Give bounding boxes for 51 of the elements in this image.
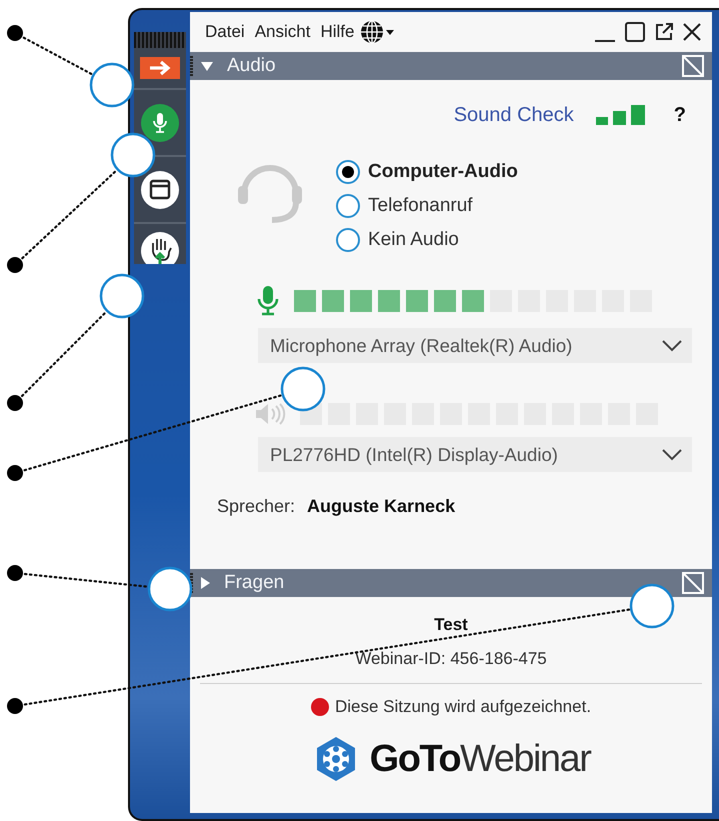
audio-option[interactable]: Kein Audio	[336, 228, 518, 252]
grip-handle[interactable]	[134, 32, 186, 48]
presenter-label: Sprecher:	[217, 496, 296, 517]
callout-dot	[7, 25, 23, 41]
callout-dot	[7, 698, 23, 714]
window-button[interactable]	[141, 170, 179, 208]
help-icon[interactable]: ?	[674, 104, 686, 126]
radio-button[interactable]	[336, 194, 360, 218]
webinar-title: Test	[434, 615, 468, 635]
callout-dot	[7, 257, 23, 273]
presenter-name: Auguste Karneck	[307, 496, 456, 517]
callout-dot	[7, 565, 23, 581]
speaker-icon	[256, 403, 286, 425]
exit-button[interactable]	[140, 57, 180, 79]
raise-hand-button[interactable]	[141, 232, 179, 264]
microphone-button[interactable]	[141, 104, 179, 142]
radio-button[interactable]	[336, 228, 360, 252]
menu-item[interactable]: Hilfe	[315, 22, 360, 42]
chevron-down-icon	[662, 448, 682, 460]
section-title: Audio	[227, 55, 276, 77]
menu-item[interactable]: Datei	[200, 22, 250, 42]
section-title: Fragen	[224, 572, 284, 594]
section-header[interactable]: Fragen	[190, 569, 712, 597]
globe-icon[interactable]	[359, 19, 396, 45]
close-icon[interactable]	[682, 22, 702, 42]
radio-button[interactable]	[336, 160, 360, 184]
audio-option[interactable]: Telefonanruf	[336, 194, 518, 218]
maximize-icon[interactable]	[624, 21, 646, 43]
menu-item[interactable]: Ansicht	[250, 22, 316, 42]
chevron-down-icon	[662, 340, 682, 352]
microphone-icon	[256, 286, 280, 316]
webinar-id: Webinar-ID: 456-186-475	[355, 649, 547, 669]
callout-dot	[7, 395, 23, 411]
signal-bars-icon	[596, 105, 646, 125]
callout-marker	[110, 132, 156, 178]
sound-check-link[interactable]: Sound Check	[454, 104, 574, 126]
recording-notice: Diese Sitzung wird aufgezeichnet.	[334, 697, 592, 717]
microphone-dropdown[interactable]: Microphone Array (Realtek(R) Audio)	[258, 328, 692, 363]
popout-icon[interactable]	[654, 22, 674, 42]
recording-icon	[310, 698, 329, 716]
speaker-dropdown[interactable]: PL2776HD (Intel(R) Display-Audio)	[258, 437, 692, 472]
callout-marker	[280, 366, 326, 412]
callout-marker	[100, 274, 144, 318]
section-header[interactable]: Audio	[190, 52, 712, 80]
dropdown-value: Microphone Array (Realtek(R) Audio)	[270, 334, 572, 356]
callout-marker	[90, 62, 134, 108]
logo-text: GoToWebinar	[370, 738, 590, 780]
callout-marker	[630, 584, 674, 628]
dropdown-value: PL2776HD (Intel(R) Display-Audio)	[270, 444, 558, 466]
callout-dot	[7, 465, 23, 481]
audio-option[interactable]: Computer-Audio	[336, 160, 518, 184]
